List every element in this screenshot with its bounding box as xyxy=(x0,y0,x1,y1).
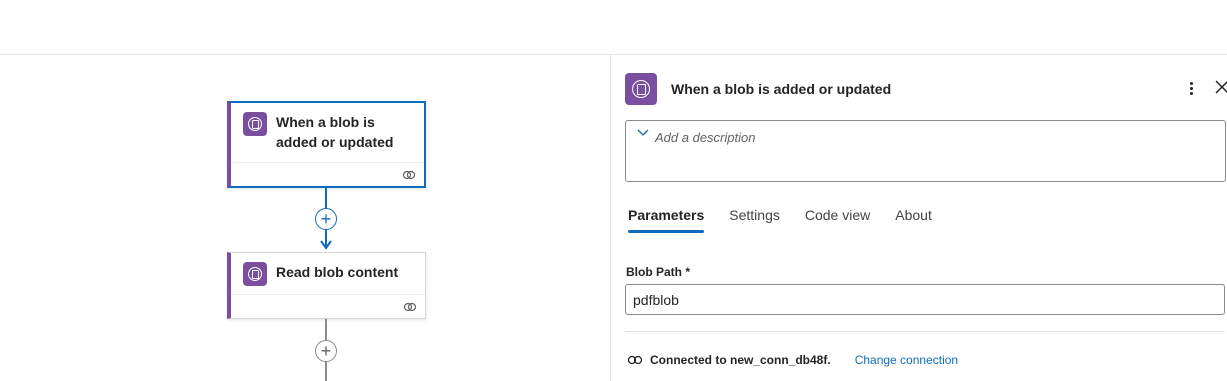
action-node-card[interactable]: Read blob content xyxy=(227,252,426,319)
connection-row: Connected to new_conn_db48f. Change conn… xyxy=(627,353,958,367)
connection-status: Connected to new_conn_db48f. xyxy=(650,353,831,367)
change-connection-link[interactable]: Change connection xyxy=(855,353,958,367)
link-icon xyxy=(403,302,417,312)
blob-path-input[interactable] xyxy=(625,284,1225,315)
tab-about[interactable]: About xyxy=(895,207,932,233)
trigger-node-card[interactable]: When a blob is added or updated xyxy=(227,101,426,188)
blob-storage-icon xyxy=(243,262,267,286)
panel-tabs: Parameters Settings Code view About xyxy=(628,207,957,233)
more-vertical-icon[interactable] xyxy=(1185,80,1197,98)
node-title: Read blob content xyxy=(276,264,399,280)
top-bar xyxy=(0,0,1227,55)
insert-step-button[interactable]: + xyxy=(315,208,337,230)
details-panel: When a blob is added or updated Add a de… xyxy=(610,55,1227,381)
chevron-down-icon[interactable] xyxy=(637,129,649,137)
designer-canvas: When a blob is added or updated + Read b… xyxy=(0,55,610,381)
blob-storage-icon xyxy=(625,73,657,105)
panel-header: When a blob is added or updated xyxy=(625,73,1227,105)
plug-icon xyxy=(627,355,643,365)
blob-storage-icon xyxy=(243,112,267,136)
description-placeholder: Add a description xyxy=(655,130,756,145)
node-title: When a blob is added or updated xyxy=(276,114,394,150)
panel-title: When a blob is added or updated xyxy=(671,81,892,97)
link-icon xyxy=(402,170,416,180)
tab-code-view[interactable]: Code view xyxy=(805,207,870,233)
tab-parameters[interactable]: Parameters xyxy=(628,207,705,233)
add-step-button[interactable]: + xyxy=(315,340,337,362)
divider xyxy=(625,331,1225,332)
close-icon[interactable] xyxy=(1214,79,1227,95)
tab-settings[interactable]: Settings xyxy=(729,207,780,233)
blob-path-label: Blob Path * xyxy=(626,265,691,279)
description-field[interactable]: Add a description xyxy=(625,120,1226,182)
